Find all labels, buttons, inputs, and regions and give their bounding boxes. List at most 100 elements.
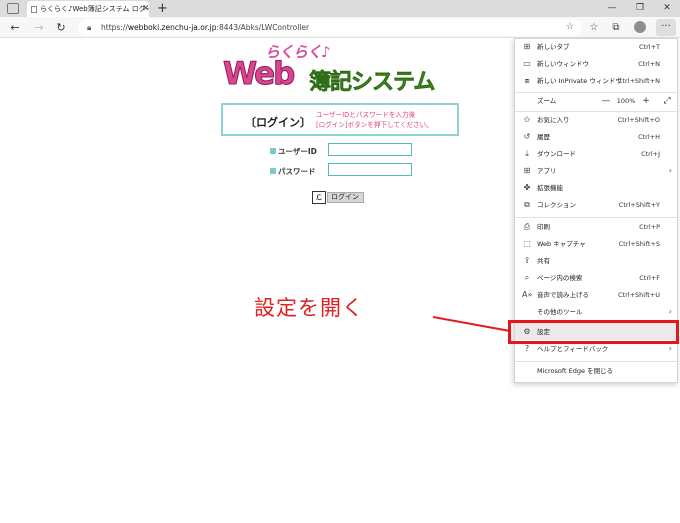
web-capture-icon: ⬚ — [523, 239, 531, 248]
menu-item-print[interactable]: ⎙ 印刷 Ctrl+P — [515, 219, 679, 235]
menu-item-shortcut: Ctrl+T — [639, 43, 660, 51]
menu-item-label: 新しいウィンドウ — [537, 60, 589, 68]
menu-item-label: 音声で読み上げる — [537, 291, 589, 299]
menu-item-extensions[interactable]: ✤ 拡張機能 — [515, 180, 679, 196]
zoom-in-button[interactable]: + — [639, 93, 653, 109]
tab-actions-icon[interactable] — [7, 3, 19, 14]
login-instructions: ユーザーIDとパスワードを入力後 [ログイン]ボタンを押下してください。 — [316, 110, 433, 130]
login-heading: 〔ログイン〕 — [245, 116, 311, 129]
login-info-box: 〔ログイン〕 ユーザーIDとパスワードを入力後 [ログイン]ボタンを押下してくだ… — [221, 103, 459, 136]
zoom-out-button[interactable]: — — [599, 93, 613, 109]
menu-item-label: お気に入り — [537, 116, 570, 124]
menu-item-history[interactable]: ↺ 履歴 Ctrl+H — [515, 129, 679, 145]
forward-icon[interactable]: → — [31, 17, 47, 38]
menu-divider — [515, 217, 679, 218]
menu-item-close-edge[interactable]: Microsoft Edge を閉じる — [515, 363, 679, 379]
browser-tab[interactable]: らくらく♪Web簿記システム ログイン画面 — [27, 1, 149, 17]
page-favicon-icon — [31, 6, 37, 13]
menu-item-shortcut: Ctrl+N — [638, 60, 660, 68]
fullscreen-icon[interactable]: ⤢ — [660, 93, 674, 109]
login-button[interactable]: ℒ ログイン — [312, 191, 364, 204]
menu-item-label: ズーム — [537, 97, 557, 105]
close-tab-icon[interactable]: ✕ — [142, 2, 150, 16]
menu-item-shortcut: Ctrl+F — [639, 274, 660, 282]
annotation-arrow — [432, 316, 511, 332]
menu-item-label: Microsoft Edge を閉じる — [537, 367, 614, 375]
find-icon: ⌕ — [524, 273, 530, 282]
menu-item-shortcut: Ctrl+Shift+S — [618, 240, 660, 248]
login-button-label: ログイン — [327, 192, 364, 203]
chevron-right-icon: › — [668, 166, 672, 175]
menu-item-shortcut: Ctrl+H — [638, 133, 660, 141]
menu-item-shortcut: Ctrl+Shift+N — [617, 77, 660, 85]
menu-item-shortcut: Ctrl+Shift+Y — [618, 201, 660, 209]
logo-system-text: 簿記システム — [309, 70, 436, 96]
annotation-text: 設定を開く — [254, 296, 364, 320]
address-field[interactable]: 🔒︎ https://webboki.zenchu-ja.or.jp:8443/… — [78, 19, 582, 36]
profile-avatar[interactable] — [634, 21, 646, 33]
refresh-icon[interactable]: ↻ — [53, 17, 69, 38]
menu-item-label: 印刷 — [537, 223, 550, 231]
menu-item-new-tab[interactable]: ⊞ 新しいタブ Ctrl+T — [515, 39, 679, 55]
menu-item-collections[interactable]: ⧉ コレクション Ctrl+Shift+Y — [515, 197, 679, 213]
menu-item-label: その他のツール — [537, 308, 583, 316]
menu-item-label: ダウンロード — [537, 150, 576, 158]
menu-item-inprivate[interactable]: ⧈ 新しい InPrivate ウィンドウ Ctrl+Shift+N — [515, 73, 679, 89]
menu-item-favorites[interactable]: ✩ お気に入り Ctrl+Shift+O — [515, 112, 679, 128]
print-icon: ⎙ — [523, 222, 531, 231]
lock-icon[interactable]: 🔒︎ — [87, 19, 91, 36]
new-tab-icon[interactable]: + — [157, 0, 168, 17]
minimize-icon[interactable]: — — [599, 0, 625, 16]
menu-item-shortcut: Ctrl+P — [639, 223, 660, 231]
logo-web-text: Web — [222, 56, 295, 93]
menu-item-read-aloud[interactable]: A» 音声で読み上げる Ctrl+Shift+U — [515, 287, 679, 303]
favorites-icon: ✩ — [523, 115, 531, 124]
url-host: webboki.zenchu-ja.or.jp — [127, 23, 217, 32]
collections-icon[interactable]: ⧉ — [608, 17, 624, 38]
menu-item-shortcut: Ctrl+J — [641, 150, 660, 158]
chevron-right-icon: › — [668, 307, 672, 316]
tab-title: らくらく♪Web簿記システム ログイン画面 — [40, 5, 149, 13]
menu-item-new-window[interactable]: ▭ 新しいウィンドウ Ctrl+N — [515, 56, 679, 72]
password-label: パスワード — [270, 166, 316, 177]
zoom-level: 100% — [616, 97, 636, 105]
password-input[interactable] — [328, 163, 412, 176]
address-toolbar: ← → ↻ 🔒︎ https://webboki.zenchu-ja.or.jp… — [0, 17, 680, 38]
new-tab-icon: ⊞ — [523, 42, 531, 51]
menu-item-downloads[interactable]: ⤓ ダウンロード Ctrl+J — [515, 146, 679, 162]
menu-item-web-capture[interactable]: ⬚ Web キャプチャ Ctrl+Shift+S — [515, 236, 679, 252]
favorites-bar-icon[interactable]: ☆ — [586, 17, 602, 38]
site-logo: らくらく♪ Web 簿記システム — [221, 43, 461, 96]
collections-icon: ⧉ — [524, 200, 530, 209]
menu-divider — [515, 361, 679, 362]
login-key-icon: ℒ — [312, 191, 326, 204]
close-window-icon[interactable]: ✕ — [654, 0, 680, 16]
menu-item-label: 新しいタブ — [537, 43, 570, 51]
add-favorite-icon[interactable]: ☆ — [566, 19, 574, 36]
menu-item-label: ページ内の検索 — [537, 274, 583, 282]
restore-icon[interactable]: ❐ — [627, 0, 653, 16]
share-icon: ⇪ — [523, 256, 531, 265]
menu-item-label: コレクション — [537, 201, 576, 209]
extensions-icon: ✤ — [523, 183, 531, 192]
menu-item-label: アプリ — [537, 167, 557, 175]
back-icon[interactable]: ← — [7, 17, 23, 38]
userid-label: ユーザーID — [270, 146, 317, 157]
menu-item-label: 新しい InPrivate ウィンドウ — [537, 77, 622, 85]
menu-item-label: Web キャプチャ — [537, 240, 586, 248]
url-path: :8443/Abks/LWController — [216, 23, 310, 32]
settings-and-more-button[interactable]: ··· — [656, 19, 676, 36]
userid-input[interactable] — [328, 143, 412, 156]
menu-item-more-tools[interactable]: その他のツール › — [515, 304, 679, 320]
menu-item-apps[interactable]: ⊞ アプリ › — [515, 163, 679, 179]
history-icon: ↺ — [523, 132, 531, 141]
settings-highlight-box — [508, 320, 679, 344]
login-instruction-line-1: ユーザーIDとパスワードを入力後 — [316, 111, 416, 119]
menu-item-share[interactable]: ⇪ 共有 — [515, 253, 679, 269]
menu-item-find[interactable]: ⌕ ページ内の検索 Ctrl+F — [515, 270, 679, 286]
menu-item-zoom: ズーム — 100% + ⤢ — [515, 93, 679, 109]
new-window-icon: ▭ — [523, 59, 531, 68]
read-aloud-icon: A» — [522, 290, 533, 299]
menu-item-shortcut: Ctrl+Shift+U — [618, 291, 660, 299]
tab-bar: らくらく♪Web簿記システム ログイン画面 ✕ + — ❐ ✕ — [0, 0, 680, 17]
